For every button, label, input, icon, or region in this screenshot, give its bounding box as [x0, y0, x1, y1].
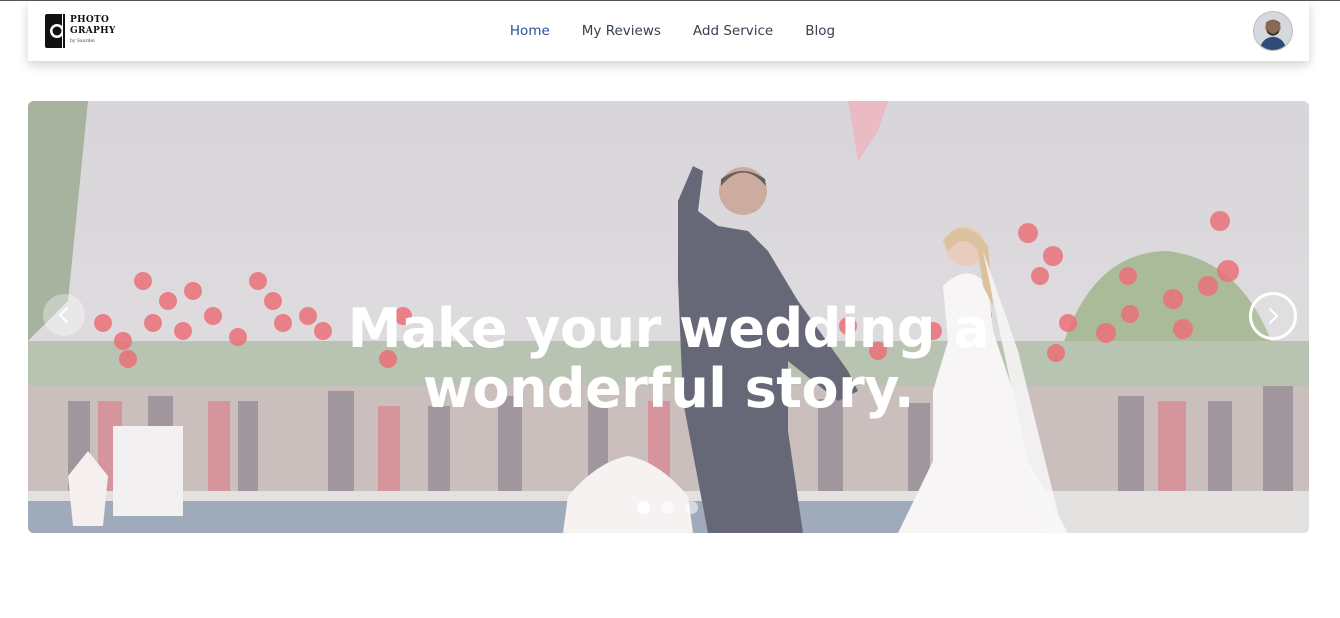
hero-title-line-1: Make your wedding a — [347, 297, 990, 361]
carousel-dot-1[interactable] — [637, 501, 650, 514]
main-nav: Home My Reviews Add Service Blog — [28, 1, 1309, 61]
chevron-right-icon — [1269, 308, 1278, 324]
nav-add-service[interactable]: Add Service — [693, 23, 773, 39]
carousel-next-button[interactable] — [1249, 292, 1297, 340]
nav-blog[interactable]: Blog — [805, 23, 835, 39]
hero-title-line-2: wonderful story. — [422, 357, 915, 421]
carousel-dot-3[interactable] — [685, 501, 698, 514]
chevron-left-icon — [59, 307, 68, 323]
carousel-indicators — [637, 501, 698, 514]
carousel-prev-button[interactable] — [43, 294, 85, 336]
navbar: PHOTO GRAPHY by Saurdel Home My Reviews … — [28, 1, 1309, 61]
carousel-dot-2[interactable] — [661, 501, 674, 514]
nav-home[interactable]: Home — [510, 23, 550, 39]
hero-carousel: Make your wedding a wonderful story. — [28, 101, 1309, 533]
user-avatar[interactable] — [1253, 11, 1293, 51]
user-photo-icon — [1254, 12, 1292, 50]
nav-my-reviews[interactable]: My Reviews — [582, 23, 661, 39]
hero-title: Make your wedding a wonderful story. — [28, 299, 1309, 419]
